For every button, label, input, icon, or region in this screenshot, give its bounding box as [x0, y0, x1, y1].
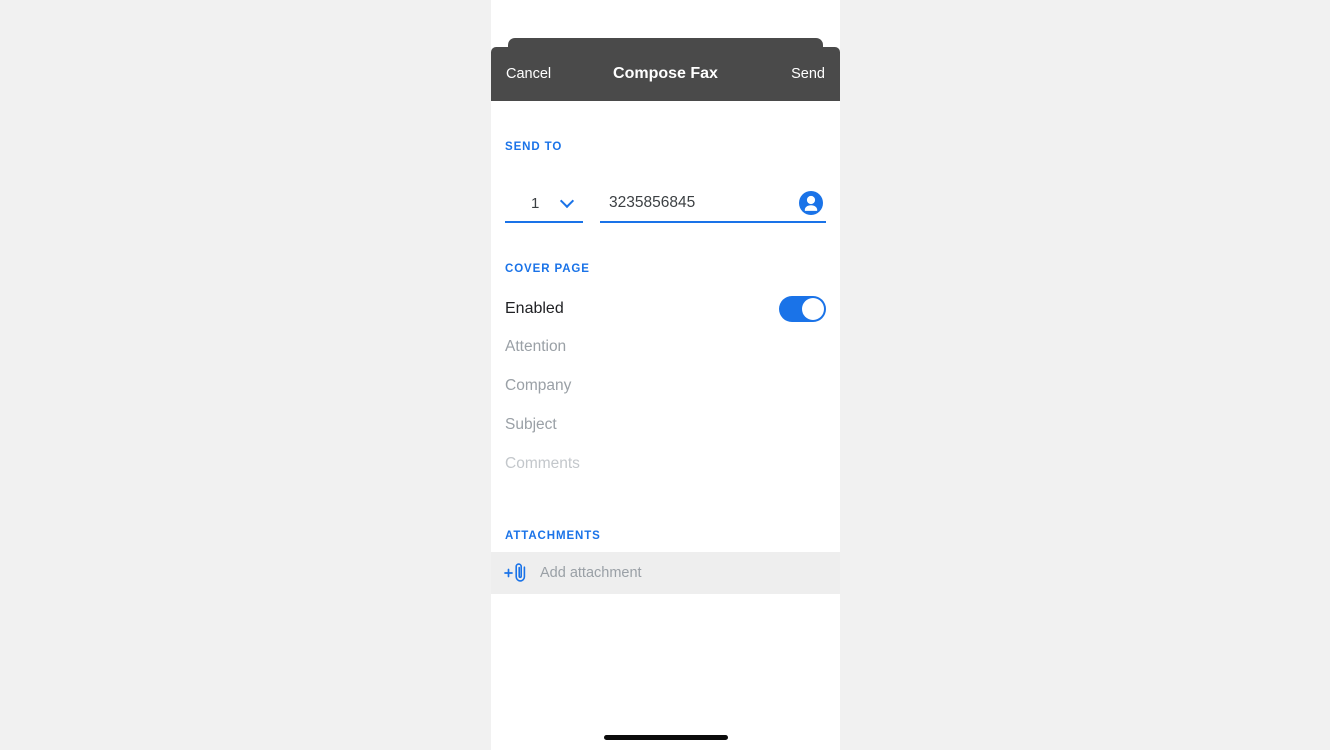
attachments-section-label: ATTACHMENTS: [505, 530, 601, 542]
recipient-row: 1: [505, 185, 826, 223]
add-attachment-label: Add attachment: [540, 564, 642, 581]
fax-number-input[interactable]: [600, 194, 780, 212]
toggle-knob: [802, 298, 824, 320]
cancel-button[interactable]: Cancel: [506, 67, 551, 82]
country-code-value: 1: [531, 194, 540, 212]
cover-page-enabled-label: Enabled: [505, 300, 564, 317]
subject-field[interactable]: [505, 411, 826, 439]
home-indicator: [603, 735, 728, 740]
comments-field[interactable]: [505, 450, 826, 510]
attention-field[interactable]: [505, 333, 826, 361]
navigation-bar: Cancel Compose Fax Send: [491, 47, 840, 101]
navigation-bar-container: Cancel Compose Fax Send: [491, 0, 840, 101]
compose-fax-form: SEND TO 1 COVER PAGE Enabled: [491, 101, 840, 750]
add-attachment-button[interactable]: Add attachment: [491, 552, 840, 594]
company-field[interactable]: [505, 372, 826, 400]
cover-page-section-label: COVER PAGE: [505, 263, 590, 275]
send-to-section-label: SEND TO: [505, 141, 563, 153]
fax-number-field[interactable]: [600, 185, 826, 223]
send-button[interactable]: Send: [791, 67, 825, 82]
plus-paperclip-icon: [503, 562, 533, 584]
chevron-down-icon: [562, 196, 573, 207]
country-code-dropdown[interactable]: 1: [505, 185, 583, 223]
page-title: Compose Fax: [613, 65, 718, 82]
cover-page-toggle[interactable]: [779, 296, 826, 322]
contact-avatar-icon[interactable]: [798, 190, 824, 216]
phone-viewport: Cancel Compose Fax Send SEND TO 1 323585…: [491, 0, 840, 750]
cover-page-enabled-row: Enabled: [505, 289, 826, 329]
